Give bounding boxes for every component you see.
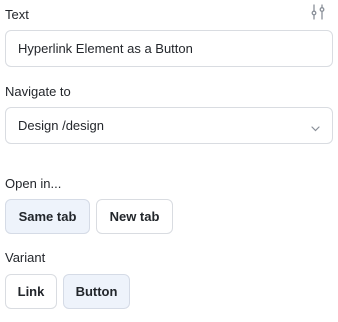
same-tab-button[interactable]: Same tab [5, 199, 90, 234]
navigate-value: Design /design [18, 118, 104, 133]
text-input[interactable]: Hyperlink Element as a Button [5, 30, 333, 67]
sliders-settings-icon[interactable] [309, 3, 327, 21]
button-variant-button[interactable]: Button [63, 274, 130, 309]
open-in-label: Open in... [5, 176, 62, 191]
new-tab-button[interactable]: New tab [96, 199, 173, 234]
text-label: Text [5, 7, 29, 22]
chevron-down-icon [311, 121, 320, 132]
variant-label: Variant [5, 250, 46, 265]
link-variant-button[interactable]: Link [5, 274, 57, 309]
navigate-label: Navigate to [5, 84, 71, 99]
navigate-select[interactable]: Design /design [5, 107, 333, 144]
